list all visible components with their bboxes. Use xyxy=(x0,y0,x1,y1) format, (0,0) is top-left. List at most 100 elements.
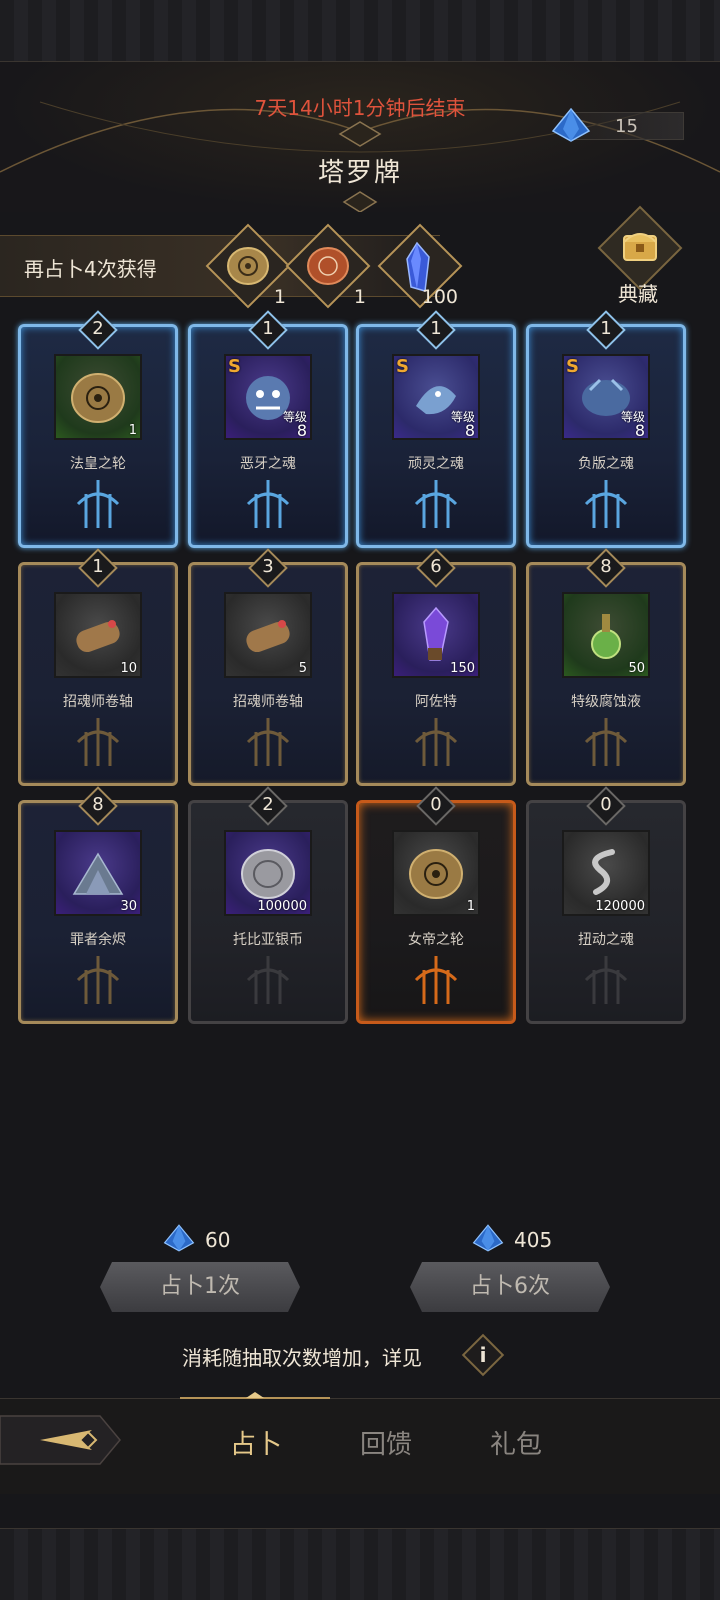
tarot-card[interactable]: 1 10 招魂师卷轴 xyxy=(18,548,178,786)
gem-currency: 15 xyxy=(551,107,684,142)
reward-item-red-seal[interactable]: 1 xyxy=(284,222,372,310)
tarot-card[interactable]: 1 S 等级 8 顽灵之魂 xyxy=(356,310,516,548)
card-count: 3 xyxy=(262,556,274,577)
reward-text: 再占卜4次获得 xyxy=(24,257,157,281)
card-count: 2 xyxy=(92,318,104,339)
item-slot: 1 xyxy=(54,354,142,440)
card-count: 2 xyxy=(262,794,274,815)
card-count: 1 xyxy=(600,318,612,339)
card-emblem-icon xyxy=(414,718,458,766)
level-value: 8 xyxy=(464,421,475,440)
reward-item-crystal[interactable]: 100 xyxy=(376,222,464,310)
card-emblem-icon xyxy=(584,956,628,1004)
card-count: 1 xyxy=(430,318,442,339)
item-slot: S 等级 8 xyxy=(392,354,480,440)
tarot-card[interactable]: 0 1 女帝之轮 xyxy=(356,786,516,1024)
item-name: 扭动之魂 xyxy=(578,932,634,948)
item-slot: 5 xyxy=(224,592,312,678)
draw-once-button[interactable]: 占卜1次 xyxy=(100,1262,300,1312)
card-count: 1 xyxy=(262,318,274,339)
cost-notice: 消耗随抽取次数增加，详见 xyxy=(182,1346,422,1370)
silver-coin-icon xyxy=(241,849,295,899)
scroll-icon xyxy=(246,620,290,653)
crystal-vial-icon xyxy=(423,606,449,661)
wheel-coin-icon xyxy=(409,849,463,899)
blue-gem-icon xyxy=(163,1224,195,1252)
card-emblem-icon xyxy=(414,480,458,528)
page-title: 塔罗牌 xyxy=(317,158,402,188)
ember-pile-icon xyxy=(72,852,124,895)
item-quantity: 5 xyxy=(298,661,307,676)
tarot-card[interactable]: 3 5 招魂师卷轴 xyxy=(188,548,348,786)
item-name: 招魂师卷轴 xyxy=(63,694,133,710)
active-tab-indicator xyxy=(180,1392,330,1399)
tab-feedback[interactable]: 回馈 xyxy=(360,1424,412,1461)
item-name: 特级腐蚀液 xyxy=(571,694,641,710)
item-name: 法皇之轮 xyxy=(70,456,126,472)
item-quantity: 10 xyxy=(120,661,137,676)
single-draw-cost: 60 xyxy=(163,1224,231,1252)
tarot-card[interactable]: 8 30 罪者余烬 xyxy=(18,786,178,1024)
item-slot: 150 xyxy=(392,592,480,678)
tab-divination[interactable]: 占卜 xyxy=(230,1424,282,1461)
blue-gem-icon xyxy=(551,107,591,142)
card-emblem-icon xyxy=(76,718,120,766)
collection-label: 典藏 xyxy=(618,282,658,306)
gold-wheel-coin-icon xyxy=(227,247,269,285)
reward-count: 1 xyxy=(353,286,366,308)
card-emblem-icon xyxy=(76,480,120,528)
tarot-card[interactable]: 2 1 法皇之轮 xyxy=(18,310,178,548)
card-count: 8 xyxy=(92,794,104,815)
card-count: 0 xyxy=(600,794,612,815)
tarot-card[interactable]: 2 100000 托比亚银币 xyxy=(188,786,348,1024)
tarot-card[interactable]: 6 150 阿佐特 xyxy=(356,548,516,786)
info-icon: i xyxy=(479,1343,487,1367)
card-emblem-icon xyxy=(76,956,120,1004)
tarot-card[interactable]: 0 120000 扭动之魂 xyxy=(526,786,686,1024)
item-slot: S 等级 8 xyxy=(224,354,312,440)
wheel-coin-icon xyxy=(71,373,125,423)
item-slot: 100000 xyxy=(224,830,312,916)
tarot-card[interactable]: 1 S 等级 8 恶牙之魂 xyxy=(188,310,348,548)
card-emblem-icon xyxy=(584,480,628,528)
back-button[interactable] xyxy=(0,1412,124,1468)
s-rank-icon: S xyxy=(228,356,241,377)
item-quantity: 30 xyxy=(120,899,137,914)
twisted-soul-icon xyxy=(592,849,615,895)
reward-count: 100 xyxy=(421,286,458,308)
item-slot: 30 xyxy=(54,830,142,916)
item-slot: 120000 xyxy=(562,830,650,916)
item-name: 招魂师卷轴 xyxy=(233,694,303,710)
multi-draw-cost: 405 xyxy=(472,1224,552,1252)
collection-button[interactable]: 典藏 xyxy=(596,205,686,306)
tarot-card[interactable]: 8 50 特级腐蚀液 xyxy=(526,548,686,786)
item-quantity: 150 xyxy=(450,661,475,676)
card-count: 0 xyxy=(430,794,442,815)
item-name: 女帝之轮 xyxy=(408,932,464,948)
item-name: 恶牙之魂 xyxy=(240,456,296,472)
reward-item-wheel-coin[interactable]: 1 xyxy=(204,222,292,310)
level-value: 8 xyxy=(634,421,645,440)
item-quantity: 120000 xyxy=(595,899,645,914)
card-count: 1 xyxy=(92,556,104,577)
item-quantity: 50 xyxy=(628,661,645,676)
item-quantity: 1 xyxy=(128,423,137,438)
tab-gift-pack[interactable]: 礼包 xyxy=(490,1424,542,1461)
item-name: 阿佐特 xyxy=(415,694,457,710)
card-count: 6 xyxy=(430,556,442,577)
card-emblem-icon xyxy=(414,956,458,1004)
item-slot: 1 xyxy=(392,830,480,916)
potion-icon xyxy=(591,614,621,659)
card-emblem-icon xyxy=(246,956,290,1004)
card-emblem-icon xyxy=(246,480,290,528)
tarot-card[interactable]: 1 S 等级 8 负版之魂 xyxy=(526,310,686,548)
red-seal-coin-icon xyxy=(307,247,349,285)
scroll-icon xyxy=(76,620,120,653)
item-name: 负版之魂 xyxy=(578,456,634,472)
gem-count: 15 xyxy=(615,116,638,137)
item-quantity: 1 xyxy=(466,899,475,914)
top-ornament-border xyxy=(0,0,720,62)
draw-six-button[interactable]: 占卜6次 xyxy=(410,1262,610,1312)
single-draw-cost-value: 60 xyxy=(205,1228,231,1252)
item-name: 顽灵之魂 xyxy=(408,456,464,472)
